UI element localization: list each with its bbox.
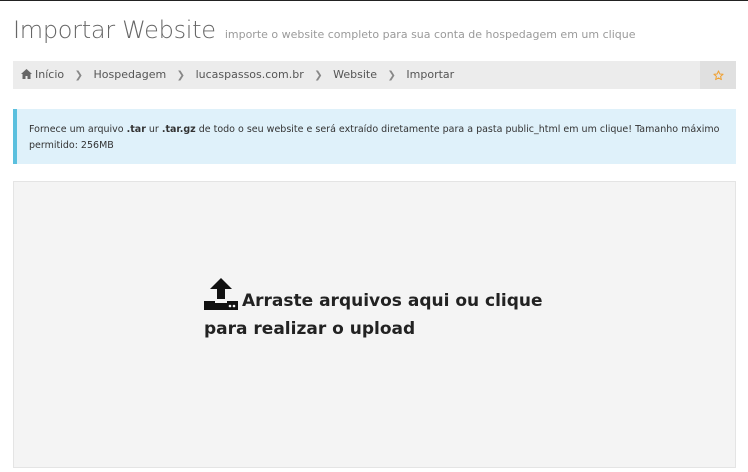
- info-alert: Fornece um arquivo .tar ur .tar.gz de to…: [13, 109, 736, 164]
- page-subtitle: importe o website completo para sua cont…: [224, 28, 636, 41]
- chevron-right-icon: ❯: [74, 70, 83, 81]
- dropzone-message: Arraste arquivos aqui ou clique para rea…: [204, 278, 544, 343]
- alert-text-before: Fornece um arquivo: [29, 124, 127, 135]
- breadcrumb-bar: Início ❯ Hospedagem ❯ lucaspassos.com.br…: [13, 61, 736, 89]
- star-icon: [712, 69, 724, 80]
- home-icon: [21, 69, 32, 79]
- alert-ext-tar: .tar: [126, 124, 146, 135]
- breadcrumb-label: Início: [35, 68, 65, 81]
- breadcrumb: Início ❯ Hospedagem ❯ lucaspassos.com.br…: [21, 61, 454, 89]
- page-header: Importar Website importe o website compl…: [13, 16, 635, 44]
- chevron-right-icon: ❯: [176, 70, 186, 81]
- top-border: [0, 0, 748, 1]
- dropzone-text: Arraste arquivos aqui ou clique para rea…: [204, 291, 543, 339]
- favorite-button[interactable]: [700, 61, 736, 89]
- breadcrumb-home[interactable]: Início: [21, 68, 68, 81]
- breadcrumb-item-importar: Importar: [406, 68, 455, 81]
- upload-dropzone[interactable]: Arraste arquivos aqui ou clique para rea…: [13, 181, 736, 468]
- chevron-right-icon: ❯: [387, 70, 396, 81]
- breadcrumb-item-hospedagem[interactable]: Hospedagem: [94, 68, 167, 81]
- alert-text-mid: ur: [145, 124, 162, 135]
- alert-ext-targz: .tar.gz: [161, 124, 196, 135]
- breadcrumb-item-website[interactable]: Website: [333, 68, 377, 81]
- page-title: Importar Website: [13, 16, 216, 44]
- chevron-right-icon: ❯: [314, 70, 323, 81]
- breadcrumb-item-domain[interactable]: lucaspassos.com.br: [196, 68, 304, 81]
- upload-icon: [204, 278, 238, 310]
